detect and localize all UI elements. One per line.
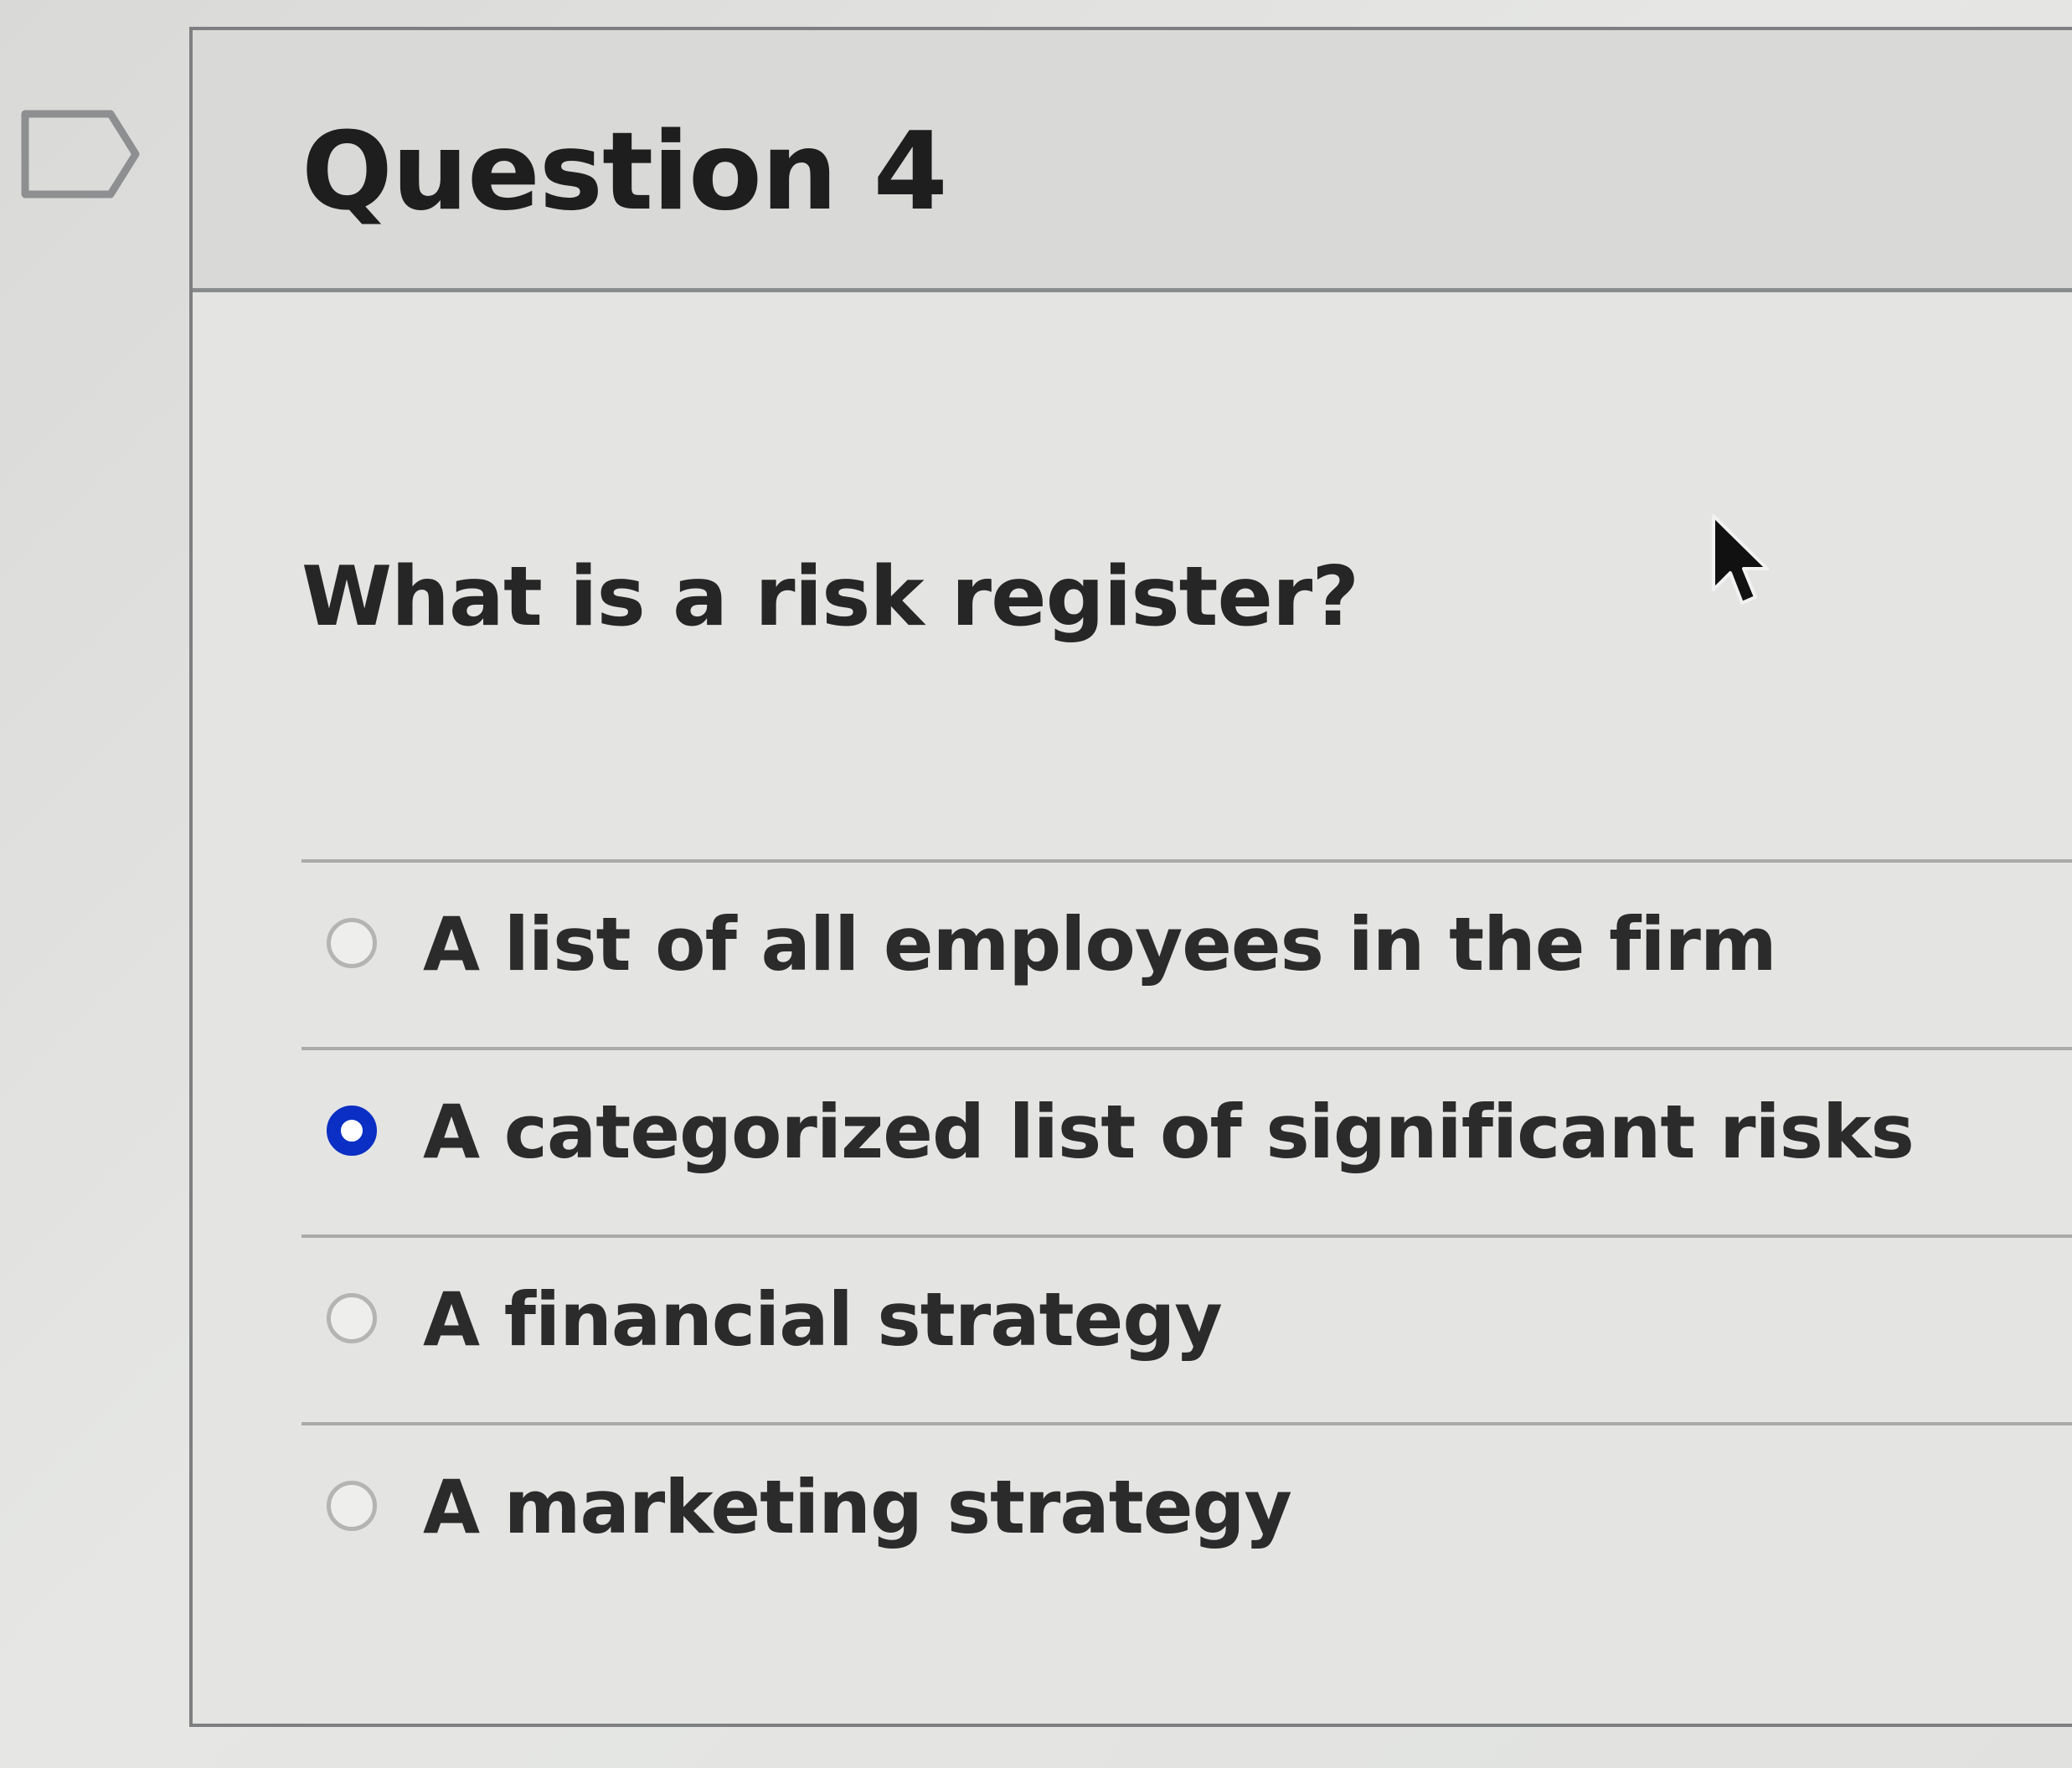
radio-button[interactable] [327, 1481, 377, 1531]
answer-option-1[interactable]: A list of all employees in the firm [302, 863, 2072, 1050]
question-title: Question 4 [302, 110, 948, 235]
answer-option-3[interactable]: A financial strategy [302, 1238, 2072, 1425]
answer-label: A list of all employees in the firm [423, 901, 1777, 987]
question-card: Question 4 What is a risk register? A li… [189, 27, 2072, 1727]
mouse-pointer-icon [1712, 514, 1769, 605]
answer-label: A marketing strategy [423, 1464, 1292, 1550]
quiz-screen: Question 4 What is a risk register? A li… [0, 0, 2072, 1768]
radio-button-selected[interactable] [327, 1106, 377, 1156]
answer-label: A categorized list of significant risks [423, 1089, 1915, 1175]
answer-list: A list of all employees in the firm A ca… [302, 859, 2072, 1610]
flag-question-icon[interactable] [18, 107, 144, 201]
answer-option-2[interactable]: A categorized list of significant risks [302, 1050, 2072, 1238]
answer-label: A financial strategy [423, 1276, 1223, 1363]
radio-button[interactable] [327, 918, 377, 968]
radio-button[interactable] [327, 1293, 377, 1343]
question-text: What is a risk register? [302, 549, 1359, 645]
question-header: Question 4 [193, 30, 2072, 292]
answer-option-4[interactable]: A marketing strategy [302, 1425, 2072, 1610]
